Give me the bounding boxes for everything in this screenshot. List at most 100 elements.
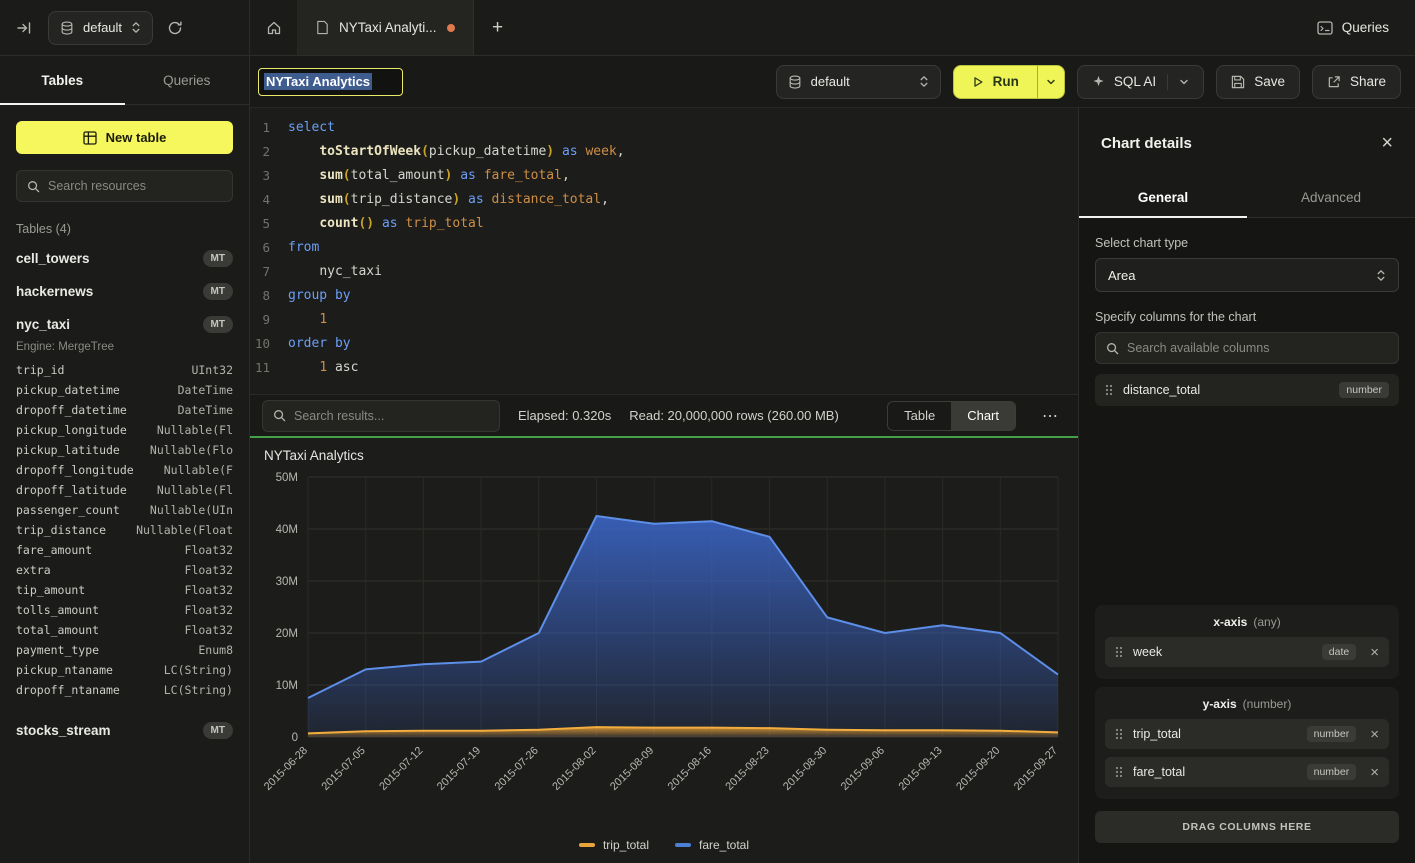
column-row[interactable]: passenger_countNullable(UIn xyxy=(0,500,249,520)
close-icon[interactable] xyxy=(1381,133,1393,153)
column-row[interactable]: pickup_latitudeNullable(Flo xyxy=(0,440,249,460)
chart-type-select[interactable]: Area xyxy=(1095,258,1399,292)
y-axis-card[interactable]: y-axis (number) trip_totalnumberfare_tot… xyxy=(1095,687,1399,799)
column-row[interactable]: tolls_amountFloat32 xyxy=(0,600,249,620)
column-row[interactable]: tip_amountFloat32 xyxy=(0,580,249,600)
column-type: DateTime xyxy=(178,403,233,417)
columns-search-input[interactable] xyxy=(1127,341,1388,355)
query-title-input[interactable]: NYTaxi Analytics xyxy=(258,68,403,96)
new-tab-button[interactable] xyxy=(474,0,522,55)
column-row[interactable]: dropoff_ntanameLC(String) xyxy=(0,680,249,700)
results-search-input[interactable] xyxy=(294,409,489,423)
legend-label: trip_total xyxy=(603,838,649,852)
drag-handle-icon[interactable] xyxy=(1115,646,1123,658)
column-row[interactable]: total_amountFloat32 xyxy=(0,620,249,640)
refresh-icon[interactable] xyxy=(167,20,183,36)
column-row[interactable]: dropoff_longitudeNullable(F xyxy=(0,460,249,480)
chevron-up-down-icon xyxy=(131,20,141,35)
editor-line[interactable]: 2 toStartOfWeek(pickup_datetime) as week… xyxy=(250,140,1078,164)
results-menu-icon[interactable] xyxy=(1034,406,1066,426)
drag-handle-icon[interactable] xyxy=(1105,384,1113,396)
editor-line[interactable]: 10order by xyxy=(250,332,1078,356)
editor-line[interactable]: 3 sum(total_amount) as fare_total, xyxy=(250,164,1078,188)
x-axis-card[interactable]: x-axis (any) weekdate xyxy=(1095,605,1399,679)
remove-column-icon[interactable] xyxy=(1370,645,1379,660)
tables-count-header: Tables (4) xyxy=(16,222,233,236)
line-code: toStartOfWeek(pickup_datetime) as week, xyxy=(288,140,625,164)
results-search[interactable] xyxy=(262,400,500,432)
column-row[interactable]: pickup_longitudeNullable(Fl xyxy=(0,420,249,440)
sidebar-tab-queries[interactable]: Queries xyxy=(125,56,250,104)
column-pill[interactable]: weekdate xyxy=(1105,637,1389,667)
sql-ai-button[interactable]: SQL AI xyxy=(1077,65,1204,99)
view-chart-button[interactable]: Chart xyxy=(951,402,1015,430)
resources-search[interactable] xyxy=(16,170,233,202)
column-row[interactable]: fare_amountFloat32 xyxy=(0,540,249,560)
column-type: DateTime xyxy=(178,383,233,397)
table-row[interactable]: nyc_taxiMT xyxy=(0,308,249,341)
drag-handle-icon[interactable] xyxy=(1115,766,1123,778)
editor-line[interactable]: 8group by xyxy=(250,284,1078,308)
collapse-sidebar-icon[interactable] xyxy=(16,20,32,36)
legend-item[interactable]: fare_total xyxy=(675,838,749,852)
editor-line[interactable]: 7 nyc_taxi xyxy=(250,260,1078,284)
column-row[interactable]: payment_typeEnum8 xyxy=(0,640,249,660)
share-button[interactable]: Share xyxy=(1312,65,1401,99)
column-type: Nullable(Fl xyxy=(157,423,233,437)
legend-item[interactable]: trip_total xyxy=(579,838,649,852)
view-chart-label: Chart xyxy=(967,408,999,423)
column-type: LC(String) xyxy=(164,683,233,697)
chart-type-label: Select chart type xyxy=(1095,236,1399,250)
columns-search[interactable] xyxy=(1095,332,1399,364)
column-row[interactable]: extraFloat32 xyxy=(0,560,249,580)
run-button[interactable]: Run xyxy=(954,66,1037,98)
editor-line[interactable]: 6from xyxy=(250,236,1078,260)
column-row[interactable]: pickup_datetimeDateTime xyxy=(0,380,249,400)
new-table-button[interactable]: New table xyxy=(16,121,233,154)
table-row[interactable]: hackernewsMT xyxy=(0,275,249,308)
editor-line[interactable]: 1select xyxy=(250,116,1078,140)
query-database-selector[interactable]: default xyxy=(776,65,941,99)
line-code: sum(trip_distance) as distance_total, xyxy=(288,188,609,212)
queries-button[interactable]: Queries xyxy=(1317,0,1389,55)
editor-line[interactable]: 4 sum(trip_distance) as distance_total, xyxy=(250,188,1078,212)
column-row[interactable]: dropoff_datetimeDateTime xyxy=(0,400,249,420)
table-row[interactable]: cell_towersMT xyxy=(0,242,249,275)
line-code: sum(total_amount) as fare_total, xyxy=(288,164,570,188)
column-type: Nullable(Fl xyxy=(157,483,233,497)
save-button[interactable]: Save xyxy=(1216,65,1300,99)
database-selector[interactable]: default xyxy=(48,11,153,45)
column-pill[interactable]: trip_totalnumber xyxy=(1105,719,1389,749)
topbar-tabs: NYTaxi Analyti... xyxy=(250,0,522,55)
tab-general[interactable]: General xyxy=(1079,178,1247,217)
view-toggle: Table Chart xyxy=(887,401,1016,431)
table-row[interactable]: stocks_streamMT xyxy=(0,714,249,747)
svg-text:2015-07-26: 2015-07-26 xyxy=(493,745,541,793)
svg-text:20M: 20M xyxy=(276,628,298,640)
home-tab[interactable] xyxy=(250,0,298,55)
column-row[interactable]: pickup_ntanameLC(String) xyxy=(0,660,249,680)
column-row[interactable]: dropoff_latitudeNullable(Fl xyxy=(0,480,249,500)
resources-search-input[interactable] xyxy=(48,179,222,193)
remove-column-icon[interactable] xyxy=(1370,727,1379,742)
column-row[interactable]: trip_idUInt32 xyxy=(0,360,249,380)
editor-line[interactable]: 5 count() as trip_total xyxy=(250,212,1078,236)
drag-columns-dropzone[interactable]: DRAG COLUMNS HERE xyxy=(1095,811,1399,843)
drag-handle-icon[interactable] xyxy=(1115,728,1123,740)
remove-column-icon[interactable] xyxy=(1370,765,1379,780)
column-pill[interactable]: fare_totalnumber xyxy=(1105,757,1389,787)
column-row[interactable]: trip_distanceNullable(Float xyxy=(0,520,249,540)
query-tab[interactable]: NYTaxi Analyti... xyxy=(298,0,474,55)
editor-line[interactable]: 9 1 xyxy=(250,308,1078,332)
view-table-button[interactable]: Table xyxy=(888,402,951,430)
sql-editor[interactable]: 1select2 toStartOfWeek(pickup_datetime) … xyxy=(250,108,1078,394)
run-options-button[interactable] xyxy=(1037,66,1064,98)
column-pill[interactable]: distance_totalnumber xyxy=(1095,374,1399,406)
sidebar-tab-tables[interactable]: Tables xyxy=(0,56,125,104)
area-chart[interactable]: 010M20M30M40M50M2015-06-282015-07-052015… xyxy=(250,465,1078,827)
search-icon xyxy=(27,180,40,193)
tab-advanced[interactable]: Advanced xyxy=(1247,178,1415,217)
line-number: 1 xyxy=(250,116,288,140)
column-type: Nullable(F xyxy=(164,463,233,477)
editor-line[interactable]: 11 1 asc xyxy=(250,356,1078,380)
